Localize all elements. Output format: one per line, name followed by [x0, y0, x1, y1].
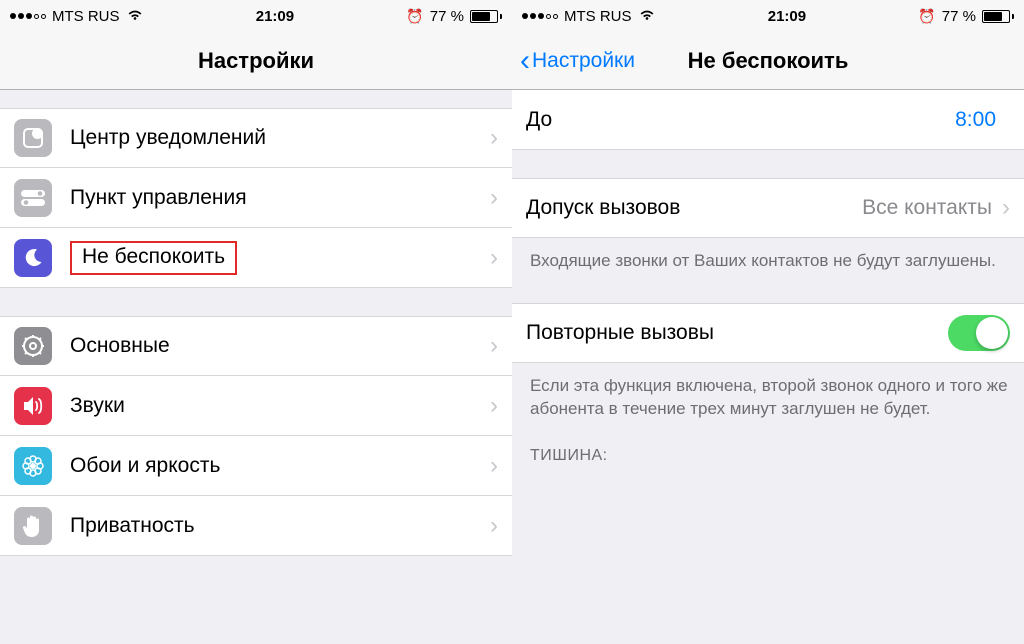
flower-icon	[14, 447, 52, 485]
chevron-left-icon: ‹	[520, 46, 530, 76]
chevron-right-icon: ›	[1002, 194, 1010, 222]
chevron-right-icon: ›	[490, 244, 498, 272]
chevron-right-icon: ›	[490, 332, 498, 360]
dnd-detail-pane: MTS RUS 21:09 ⏰ 77 % ‹ Настройки Не бесп…	[512, 0, 1024, 644]
chevron-right-icon: ›	[490, 184, 498, 212]
settings-row-privacy[interactable]: Приватность ›	[0, 496, 512, 556]
moon-icon	[14, 239, 52, 277]
status-bar: MTS RUS 21:09 ⏰ 77 %	[0, 0, 512, 32]
battery-icon	[982, 10, 1014, 23]
settings-row-control-center[interactable]: Пункт управления ›	[0, 168, 512, 228]
row-label: До	[526, 108, 955, 132]
gear-icon	[14, 327, 52, 365]
wifi-icon	[126, 7, 144, 25]
settings-row-wallpaper[interactable]: Обои и яркость ›	[0, 436, 512, 496]
back-button[interactable]: ‹ Настройки	[520, 46, 635, 76]
chevron-right-icon: ›	[490, 452, 498, 480]
alarm-icon: ⏰	[918, 8, 935, 25]
row-label: Повторные вызовы	[526, 321, 948, 345]
row-until[interactable]: До 8:00	[512, 90, 1024, 150]
allow-calls-footer: Входящие звонки от Ваших контактов не бу…	[512, 238, 1024, 281]
row-value: 8:00	[955, 108, 996, 132]
silence-section-header: ТИШИНА:	[512, 429, 1024, 471]
carrier-label: MTS RUS	[52, 8, 120, 25]
nav-bar: Настройки	[0, 32, 512, 90]
control-center-icon	[14, 179, 52, 217]
page-title: Настройки	[198, 48, 314, 74]
alarm-icon: ⏰	[406, 8, 423, 25]
settings-group-1: Центр уведомлений › Пункт управления › Н…	[0, 108, 512, 288]
time-label: 21:09	[768, 8, 806, 25]
carrier-label: MTS RUS	[564, 8, 632, 25]
speaker-icon	[14, 387, 52, 425]
nav-bar: ‹ Настройки Не беспокоить	[512, 32, 1024, 90]
battery-icon	[470, 10, 502, 23]
row-label: Пункт управления	[70, 186, 490, 210]
signal-icon	[10, 13, 46, 19]
row-label: Допуск вызовов	[526, 196, 680, 220]
battery-percent: 77 %	[942, 8, 976, 25]
row-label: Обои и яркость	[70, 454, 490, 478]
row-label: Не беспокоить	[70, 241, 490, 275]
toggle-switch[interactable]	[948, 315, 1010, 351]
row-allow-calls[interactable]: Допуск вызовов Все контакты ›	[512, 178, 1024, 238]
back-label: Настройки	[532, 49, 635, 73]
wifi-icon	[638, 7, 656, 25]
chevron-right-icon: ›	[490, 124, 498, 152]
row-label: Приватность	[70, 514, 490, 538]
row-label: Звуки	[70, 394, 490, 418]
row-repeated-calls[interactable]: Повторные вызовы	[512, 303, 1024, 363]
settings-row-general[interactable]: Основные ›	[0, 316, 512, 376]
page-title: Не беспокоить	[688, 48, 849, 74]
settings-row-do-not-disturb[interactable]: Не беспокоить ›	[0, 228, 512, 288]
row-value: Все контакты	[862, 196, 992, 220]
chevron-right-icon: ›	[490, 392, 498, 420]
battery-percent: 77 %	[430, 8, 464, 25]
chevron-right-icon: ›	[490, 512, 498, 540]
settings-row-sounds[interactable]: Звуки ›	[0, 376, 512, 436]
time-label: 21:09	[256, 8, 294, 25]
hand-icon	[14, 507, 52, 545]
signal-icon	[522, 13, 558, 19]
settings-group-2: Основные › Звуки › Обои и яркость ›	[0, 316, 512, 556]
status-bar: MTS RUS 21:09 ⏰ 77 %	[512, 0, 1024, 32]
settings-row-notification-center[interactable]: Центр уведомлений ›	[0, 108, 512, 168]
notification-center-icon	[14, 119, 52, 157]
repeated-calls-footer: Если эта функция включена, второй звонок…	[512, 363, 1024, 429]
highlight-annotation: Не беспокоить	[70, 241, 237, 275]
row-label: Основные	[70, 334, 490, 358]
settings-root-pane: MTS RUS 21:09 ⏰ 77 % Настройки Центр уве…	[0, 0, 512, 644]
row-label: Центр уведомлений	[70, 126, 490, 150]
